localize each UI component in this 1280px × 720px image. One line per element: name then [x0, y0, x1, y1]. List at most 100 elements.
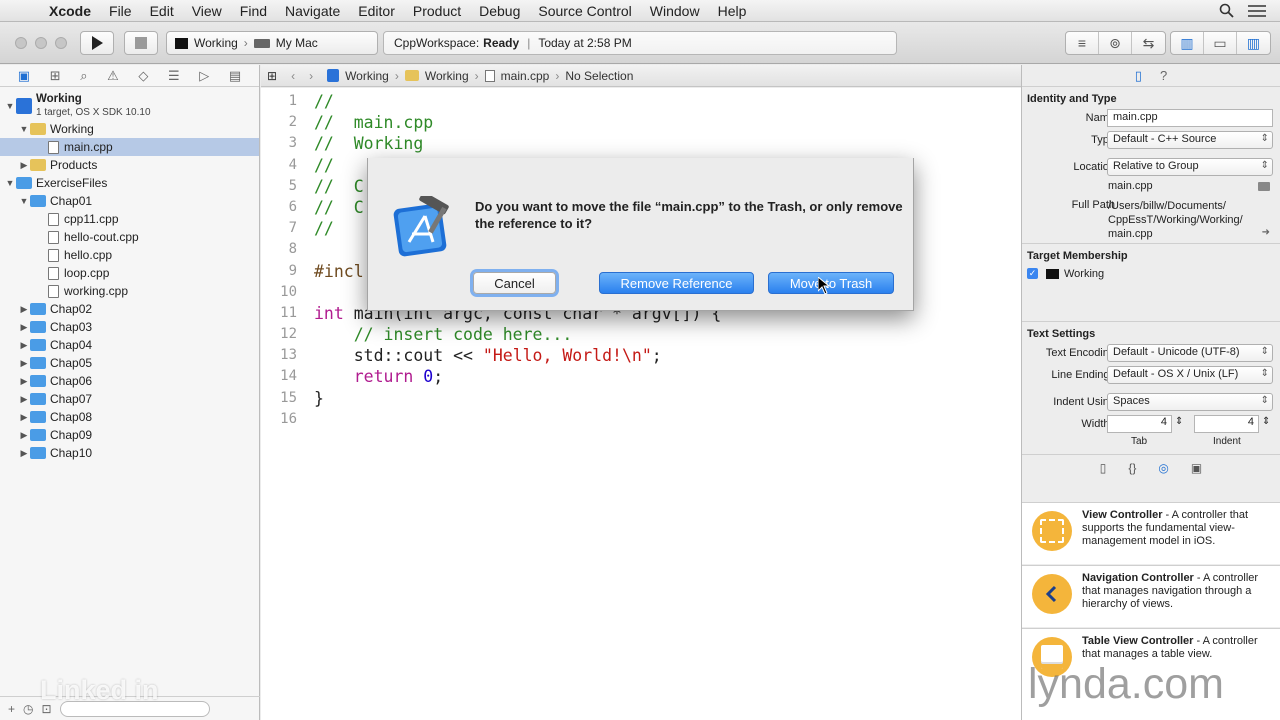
tree-row-chap06[interactable]: ▶ Chap06: [0, 372, 259, 390]
notification-center-icon[interactable]: [1248, 4, 1266, 18]
tree-row-chap01[interactable]: ▼ Chap01: [0, 192, 259, 210]
minimize-window-button[interactable]: [35, 37, 47, 49]
tree-row-chap09[interactable]: ▶ Chap09: [0, 426, 259, 444]
version-editor-icon[interactable]: ⇆: [1132, 32, 1165, 54]
disclosure-open-icon[interactable]: ▼: [4, 101, 16, 111]
file-inspector-icon[interactable]: ▯: [1135, 68, 1142, 84]
forward-arrow-icon[interactable]: ›: [309, 69, 313, 83]
menu-view[interactable]: View: [183, 3, 231, 19]
reveal-arrow-icon[interactable]: ➜: [1262, 227, 1270, 238]
remove-reference-button[interactable]: Remove Reference: [599, 272, 754, 294]
indent-width-field[interactable]: 4: [1194, 415, 1259, 433]
disclosure-closed-icon[interactable]: ▶: [18, 430, 30, 441]
tree-row-chap02[interactable]: ▶ Chap02: [0, 300, 259, 318]
disclosure-open-icon[interactable]: ▼: [18, 124, 30, 134]
tree-row-chap10[interactable]: ▶ Chap10: [0, 444, 259, 462]
tree-row-file[interactable]: hello-cout.cpp: [0, 228, 259, 246]
utilities-toggle-icon[interactable]: ▥: [1237, 32, 1270, 54]
breadcrumb-project[interactable]: Working: [345, 69, 389, 83]
tree-row-working-group[interactable]: ▼ Working: [0, 120, 259, 138]
standard-editor-icon[interactable]: ≡: [1066, 32, 1099, 54]
disclosure-closed-icon[interactable]: ▶: [18, 160, 30, 171]
scheme-selector[interactable]: Working › My Mac: [166, 31, 378, 55]
tab-stepper-icon[interactable]: ⇕: [1175, 416, 1183, 427]
code-snippet-icon[interactable]: {}: [1128, 461, 1136, 475]
tree-row-file[interactable]: loop.cpp: [0, 264, 259, 282]
tree-row-file[interactable]: cpp11.cpp: [0, 210, 259, 228]
tree-row-file[interactable]: hello.cpp: [0, 246, 259, 264]
menu-editor[interactable]: Editor: [349, 3, 404, 19]
menu-source-control[interactable]: Source Control: [529, 3, 640, 19]
recent-filter-icon[interactable]: ◷: [23, 702, 33, 716]
debug-area-toggle-icon[interactable]: ▭: [1204, 32, 1237, 54]
add-icon[interactable]: +: [8, 702, 15, 716]
tree-row-chap04[interactable]: ▶ Chap04: [0, 336, 259, 354]
tree-row-products[interactable]: ▶ Products: [0, 156, 259, 174]
debug-navigator-icon[interactable]: ☰: [168, 68, 180, 84]
tree-row-main-cpp[interactable]: main.cpp: [0, 138, 259, 156]
disclosure-closed-icon[interactable]: ▶: [18, 358, 30, 369]
menu-file[interactable]: File: [100, 3, 141, 19]
test-navigator-icon[interactable]: ◇: [138, 68, 148, 84]
folder-reveal-icon[interactable]: [1258, 182, 1270, 191]
find-navigator-icon[interactable]: ⌕: [80, 68, 87, 84]
disclosure-closed-icon[interactable]: ▶: [18, 304, 30, 315]
media-library-icon[interactable]: ▣: [1191, 461, 1202, 475]
breadcrumb-file[interactable]: main.cpp: [501, 69, 550, 83]
menu-window[interactable]: Window: [641, 3, 709, 19]
run-button[interactable]: [80, 31, 114, 55]
move-to-trash-button[interactable]: Move to Trash: [768, 272, 894, 294]
object-library-icon[interactable]: ◎: [1158, 461, 1168, 475]
project-root-row[interactable]: ▼ Working 1 target, OS X SDK 10.10: [0, 92, 259, 120]
disclosure-closed-icon[interactable]: ▶: [18, 448, 30, 459]
type-popup[interactable]: Default - C++ Source: [1107, 131, 1273, 149]
tree-row-chap08[interactable]: ▶ Chap08: [0, 408, 259, 426]
close-window-button[interactable]: [15, 37, 27, 49]
breadcrumb-group[interactable]: Working: [425, 69, 469, 83]
indent-stepper-icon[interactable]: ⇕: [1262, 416, 1270, 427]
symbol-navigator-icon[interactable]: ⊞: [50, 68, 61, 84]
zoom-window-button[interactable]: [55, 37, 67, 49]
disclosure-open-icon[interactable]: ▼: [18, 196, 30, 206]
tree-row-chap03[interactable]: ▶ Chap03: [0, 318, 259, 336]
tree-row-file[interactable]: working.cpp: [0, 282, 259, 300]
issue-navigator-icon[interactable]: ⚠: [107, 68, 119, 84]
library-item-navigation-controller[interactable]: Navigation Controller - A controller tha…: [1022, 565, 1280, 627]
cancel-button[interactable]: Cancel: [473, 272, 556, 294]
menu-edit[interactable]: Edit: [141, 3, 183, 19]
disclosure-closed-icon[interactable]: ▶: [18, 322, 30, 333]
disclosure-open-icon[interactable]: ▼: [4, 178, 16, 188]
breakpoint-navigator-icon[interactable]: ▷: [199, 68, 209, 84]
spotlight-search-icon[interactable]: [1219, 3, 1234, 18]
indent-popup[interactable]: Spaces: [1107, 393, 1273, 411]
tree-row-chap07[interactable]: ▶ Chap07: [0, 390, 259, 408]
related-items-icon[interactable]: ⊞: [267, 69, 277, 83]
tree-row-exercisefiles[interactable]: ▼ ExerciseFiles: [0, 174, 259, 192]
name-field[interactable]: main.cpp: [1107, 109, 1273, 127]
target-checkbox[interactable]: ✓: [1027, 268, 1038, 279]
tab-width-field[interactable]: 4: [1107, 415, 1172, 433]
line-endings-popup[interactable]: Default - OS X / Unix (LF): [1107, 366, 1273, 384]
navigator-toggle-icon[interactable]: ▥: [1171, 32, 1204, 54]
menu-xcode[interactable]: Xcode: [40, 3, 100, 19]
back-arrow-icon[interactable]: ‹: [291, 69, 295, 83]
disclosure-closed-icon[interactable]: ▶: [18, 412, 30, 423]
breadcrumb-selection[interactable]: No Selection: [565, 69, 633, 83]
menu-navigate[interactable]: Navigate: [276, 3, 349, 19]
disclosure-closed-icon[interactable]: ▶: [18, 340, 30, 351]
menu-help[interactable]: Help: [709, 3, 756, 19]
menu-product[interactable]: Product: [404, 3, 470, 19]
report-navigator-icon[interactable]: ▤: [229, 68, 241, 84]
library-item-view-controller[interactable]: View Controller - A controller that supp…: [1022, 502, 1280, 564]
assistant-editor-icon[interactable]: ⊚: [1099, 32, 1132, 54]
project-navigator-icon[interactable]: ▣: [18, 68, 30, 84]
stop-button[interactable]: [124, 31, 158, 55]
tree-row-chap05[interactable]: ▶ Chap05: [0, 354, 259, 372]
quick-help-icon[interactable]: ?: [1160, 68, 1167, 83]
menu-find[interactable]: Find: [231, 3, 276, 19]
file-template-icon[interactable]: ▯: [1100, 461, 1107, 475]
location-popup[interactable]: Relative to Group: [1107, 158, 1273, 176]
menu-debug[interactable]: Debug: [470, 3, 529, 19]
encoding-popup[interactable]: Default - Unicode (UTF-8): [1107, 344, 1273, 362]
disclosure-closed-icon[interactable]: ▶: [18, 376, 30, 387]
